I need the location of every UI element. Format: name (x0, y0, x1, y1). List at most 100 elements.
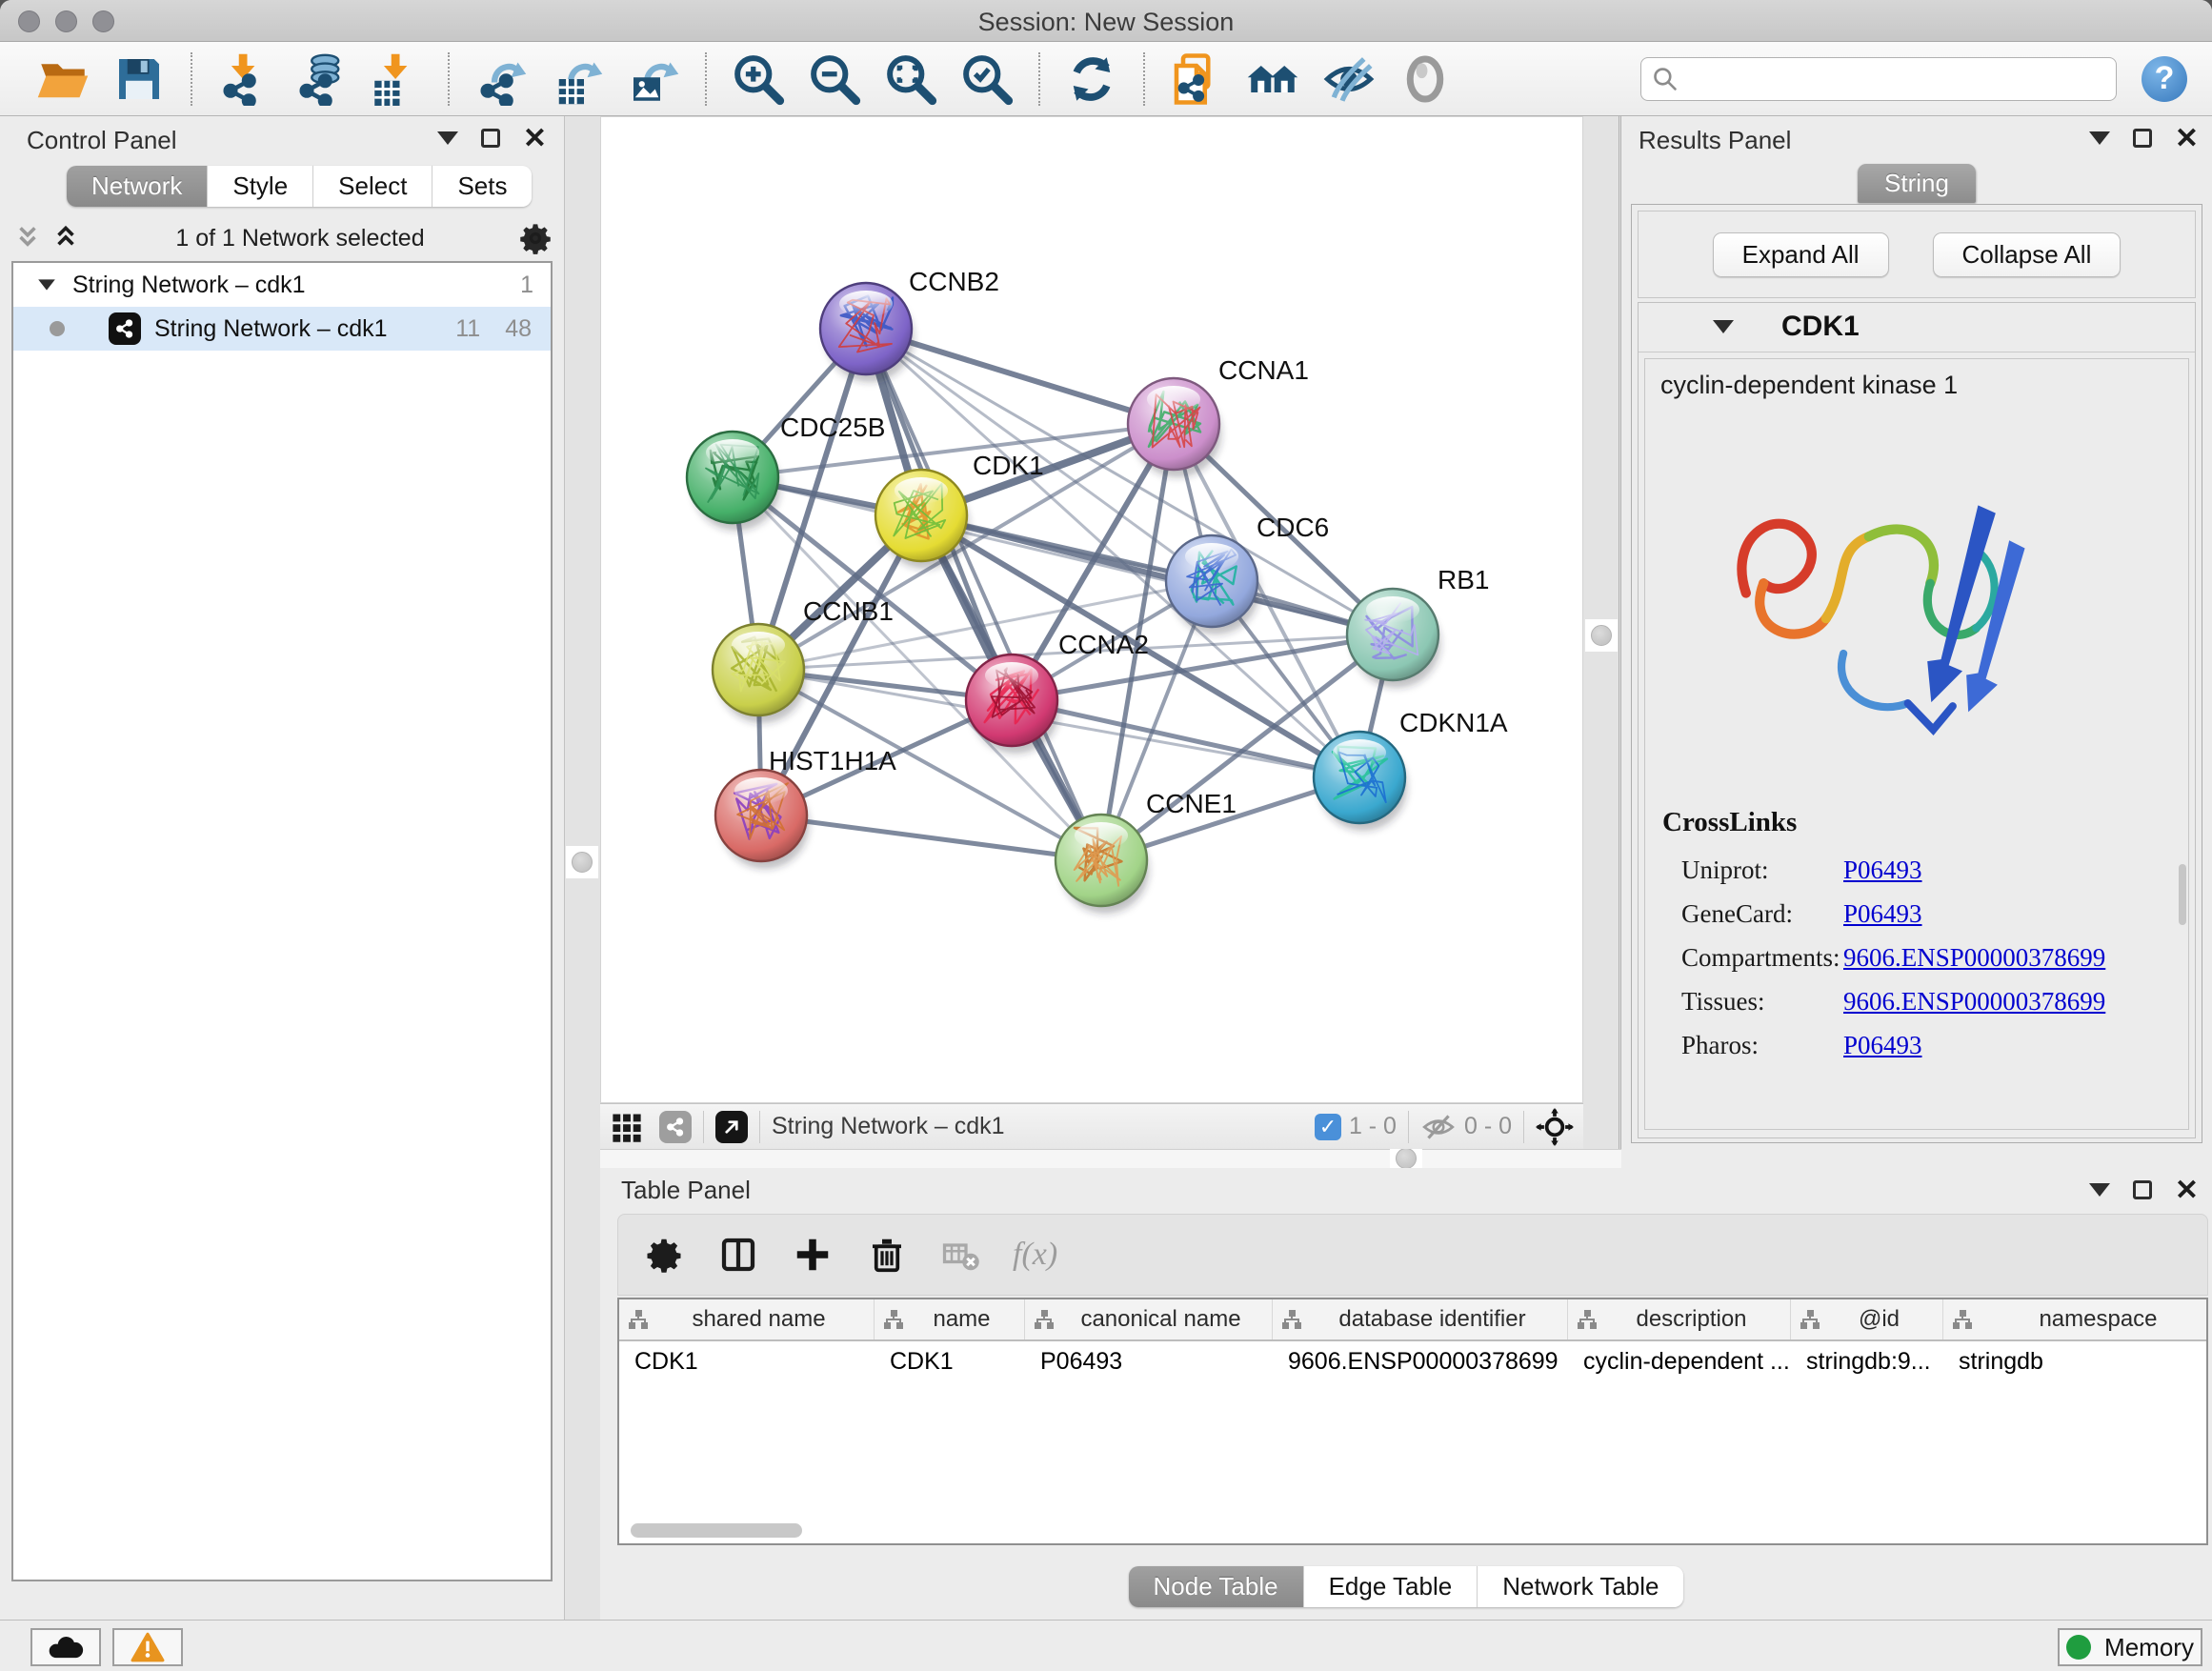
network-canvas[interactable]: CCNB2 CCNA1 CDC25B CDK1 CDC6 (600, 116, 1583, 1103)
node-CDC6[interactable] (1166, 535, 1259, 634)
table-horizontal-scrollbar[interactable] (631, 1523, 802, 1538)
string-network-icon[interactable] (659, 1111, 692, 1143)
close-panel-icon[interactable]: ✕ (2175, 122, 2199, 155)
section-collapse-icon[interactable] (1713, 320, 1734, 333)
delete-column-trash-icon[interactable] (864, 1232, 910, 1278)
export-network-button[interactable] (472, 50, 531, 109)
column-header-name[interactable]: name (875, 1299, 1025, 1339)
table-cell[interactable]: CDK1 (875, 1341, 1025, 1383)
clone-network-button[interactable] (1167, 50, 1226, 109)
node-CCNA1[interactable] (1128, 378, 1221, 477)
tab-network[interactable]: Network (67, 166, 208, 207)
export-image-button[interactable] (624, 50, 683, 109)
tab-network-table[interactable]: Network Table (1478, 1566, 1683, 1607)
float-panel-icon[interactable] (2133, 129, 2152, 148)
import-table-button[interactable] (367, 50, 426, 109)
float-panel-icon[interactable] (481, 129, 500, 148)
collection-expand-icon[interactable] (38, 279, 55, 290)
node-CCNE1[interactable] (1056, 815, 1149, 914)
import-network-database-button[interactable] (291, 50, 350, 109)
help-button[interactable]: ? (2142, 56, 2187, 102)
tab-select[interactable]: Select (313, 166, 432, 207)
show-columns-icon[interactable] (715, 1232, 761, 1278)
protein-section-header[interactable]: CDK1 (1639, 303, 2195, 352)
node-CDKN1A[interactable] (1314, 732, 1407, 831)
column-header-database-identifier[interactable]: database identifier (1273, 1299, 1568, 1339)
node-CCNA2[interactable] (966, 654, 1059, 754)
splitter-handle[interactable] (1396, 1148, 1417, 1169)
selected-checkbox-icon[interactable]: ✓ (1315, 1114, 1341, 1140)
node-CDK1[interactable] (875, 470, 969, 569)
expand-all-button[interactable]: Expand All (1713, 232, 1889, 277)
import-network-file-button[interactable] (214, 50, 273, 109)
results-scrollbar[interactable] (2179, 864, 2186, 925)
search-input[interactable] (1640, 57, 2117, 101)
panel-menu-icon[interactable] (2089, 131, 2110, 145)
node-CDC25B[interactable] (687, 432, 780, 531)
column-header-canonical-name[interactable]: canonical name (1025, 1299, 1273, 1339)
crosslink-link[interactable]: P06493 (1843, 1031, 1922, 1060)
apply-layout-button[interactable] (1062, 50, 1121, 109)
splitter-handle[interactable] (572, 852, 593, 873)
table-cell[interactable]: CDK1 (619, 1341, 875, 1383)
memory-button[interactable]: Memory (2058, 1628, 2202, 1666)
table-cell[interactable]: cyclin-dependent ... (1568, 1341, 1791, 1383)
expand-all-icon[interactable] (50, 222, 82, 254)
zoom-selected-button[interactable] (957, 50, 1016, 109)
table-cell[interactable]: stringdb (1943, 1341, 2208, 1383)
warnings-button[interactable] (112, 1628, 183, 1666)
collapse-all-button[interactable]: Collapse All (1933, 232, 2122, 277)
tab-edge-table[interactable]: Edge Table (1304, 1566, 1478, 1607)
splitter-handle[interactable] (1591, 625, 1612, 646)
node-CCNB1[interactable] (713, 624, 806, 723)
edge-CCNB2-CCNE1[interactable] (866, 329, 1101, 860)
panel-menu-icon[interactable] (2089, 1183, 2110, 1197)
network-graph[interactable]: CCNB2 CCNA1 CDC25B CDK1 CDC6 (601, 117, 1582, 1102)
node-HIST1H1A[interactable] (715, 770, 809, 869)
open-session-button[interactable] (33, 50, 92, 109)
table-options-gear-icon[interactable] (641, 1232, 687, 1278)
tab-style[interactable]: Style (208, 166, 313, 207)
table-cell[interactable]: P06493 (1025, 1341, 1273, 1383)
open-in-new-window-icon[interactable] (715, 1111, 748, 1143)
network-row-selected[interactable]: String Network – cdk1 11 48 (13, 307, 551, 351)
cloud-status-button[interactable] (30, 1628, 101, 1666)
crosslink-link[interactable]: P06493 (1843, 899, 1922, 929)
column-header-shared-name[interactable]: shared name (619, 1299, 875, 1339)
table-cell[interactable]: stringdb:9... (1791, 1341, 1943, 1383)
birds-eye-view-icon[interactable] (610, 1110, 644, 1144)
network-options-gear-icon[interactable] (518, 221, 553, 255)
collapse-all-icon[interactable] (11, 222, 44, 254)
crosslink-link[interactable]: 9606.ENSP00000378699 (1843, 987, 2105, 1017)
table-row[interactable]: CDK1CDK1P064939606.ENSP00000378699cyclin… (619, 1341, 2206, 1383)
save-session-button[interactable] (110, 50, 169, 109)
fit-selected-crosshair-icon[interactable] (1536, 1108, 1574, 1146)
export-table-button[interactable] (548, 50, 607, 109)
left-splitter[interactable] (564, 116, 600, 1620)
column-header-namespace[interactable]: namespace (1943, 1299, 2208, 1339)
tab-string[interactable]: String (1858, 164, 1976, 203)
edge-HIST1H1A-CCNE1[interactable] (761, 815, 1101, 860)
show-graphics-button[interactable] (1396, 50, 1455, 109)
table-cell[interactable]: 9606.ENSP00000378699 (1273, 1341, 1568, 1383)
node-table[interactable]: shared namenamecanonical namedatabase id… (617, 1298, 2208, 1545)
node-RB1[interactable] (1347, 589, 1440, 688)
first-neighbors-button[interactable] (1243, 50, 1302, 109)
crosslink-link[interactable]: 9606.ENSP00000378699 (1843, 943, 2105, 973)
zoom-out-button[interactable] (805, 50, 864, 109)
right-splitter[interactable] (1583, 116, 1621, 1149)
tab-node-table[interactable]: Node Table (1129, 1566, 1304, 1607)
column-header-@id[interactable]: @id (1791, 1299, 1943, 1339)
close-panel-icon[interactable]: ✕ (2175, 1174, 2199, 1207)
edge-CCNA2-CDKN1A[interactable] (1012, 700, 1359, 777)
column-header-description[interactable]: description (1568, 1299, 1791, 1339)
add-column-icon[interactable] (790, 1232, 835, 1278)
panel-menu-icon[interactable] (437, 131, 458, 145)
zoom-fit-button[interactable] (881, 50, 940, 109)
float-panel-icon[interactable] (2133, 1180, 2152, 1199)
crosslink-link[interactable]: P06493 (1843, 856, 1922, 885)
zoom-in-button[interactable] (729, 50, 788, 109)
tab-sets[interactable]: Sets (432, 166, 532, 207)
hide-panel-button[interactable] (1319, 50, 1378, 109)
network-collection-row[interactable]: String Network – cdk1 1 (13, 263, 551, 307)
